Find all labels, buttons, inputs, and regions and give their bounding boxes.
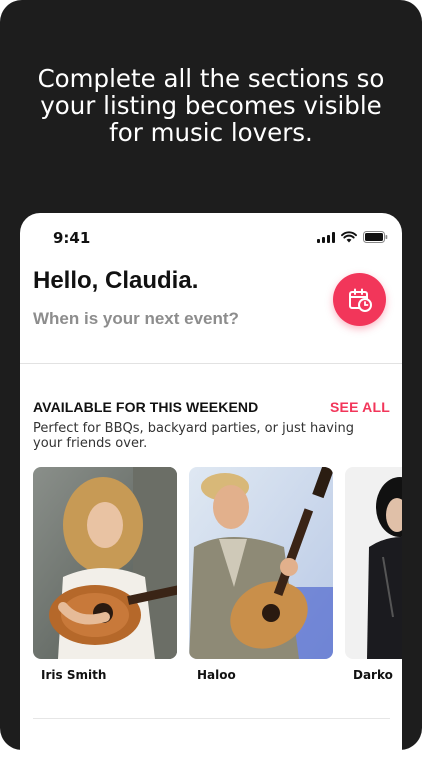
phone-screen: 9:41 Hello, Claudia. When is your next e… bbox=[20, 213, 402, 773]
artist-name: Iris Smith bbox=[41, 668, 107, 682]
section-divider bbox=[33, 718, 390, 719]
calendar-clock-icon bbox=[348, 288, 372, 312]
artist-photo bbox=[189, 467, 333, 659]
artist-photo bbox=[345, 467, 402, 659]
promo-headline: Complete all the sections so your listin… bbox=[37, 64, 385, 147]
artist-carousel[interactable]: Iris Smith Haloo Darko bbox=[33, 467, 402, 682]
next-event-prompt[interactable]: When is your next event? bbox=[33, 309, 239, 329]
greeting-title: Hello, Claudia. bbox=[33, 267, 199, 294]
artist-name: Haloo bbox=[197, 668, 236, 682]
schedule-event-button[interactable] bbox=[333, 273, 386, 326]
section-title: AVAILABLE FOR THIS WEEKEND bbox=[33, 399, 259, 415]
section-description: Perfect for BBQs, backyard parties, or j… bbox=[33, 421, 354, 451]
status-time: 9:41 bbox=[53, 229, 91, 247]
artist-photo bbox=[33, 467, 177, 659]
artist-card[interactable]: Iris Smith bbox=[33, 467, 177, 682]
see-all-link[interactable]: SEE ALL bbox=[330, 399, 390, 415]
artist-card[interactable]: Haloo bbox=[189, 467, 333, 682]
status-icons bbox=[317, 231, 388, 243]
cellular-signal-icon bbox=[317, 231, 335, 243]
artist-card[interactable]: Darko bbox=[345, 467, 402, 682]
wifi-icon bbox=[341, 231, 357, 243]
header-divider bbox=[20, 363, 402, 364]
artist-name: Darko bbox=[353, 668, 393, 682]
battery-icon bbox=[363, 231, 388, 243]
